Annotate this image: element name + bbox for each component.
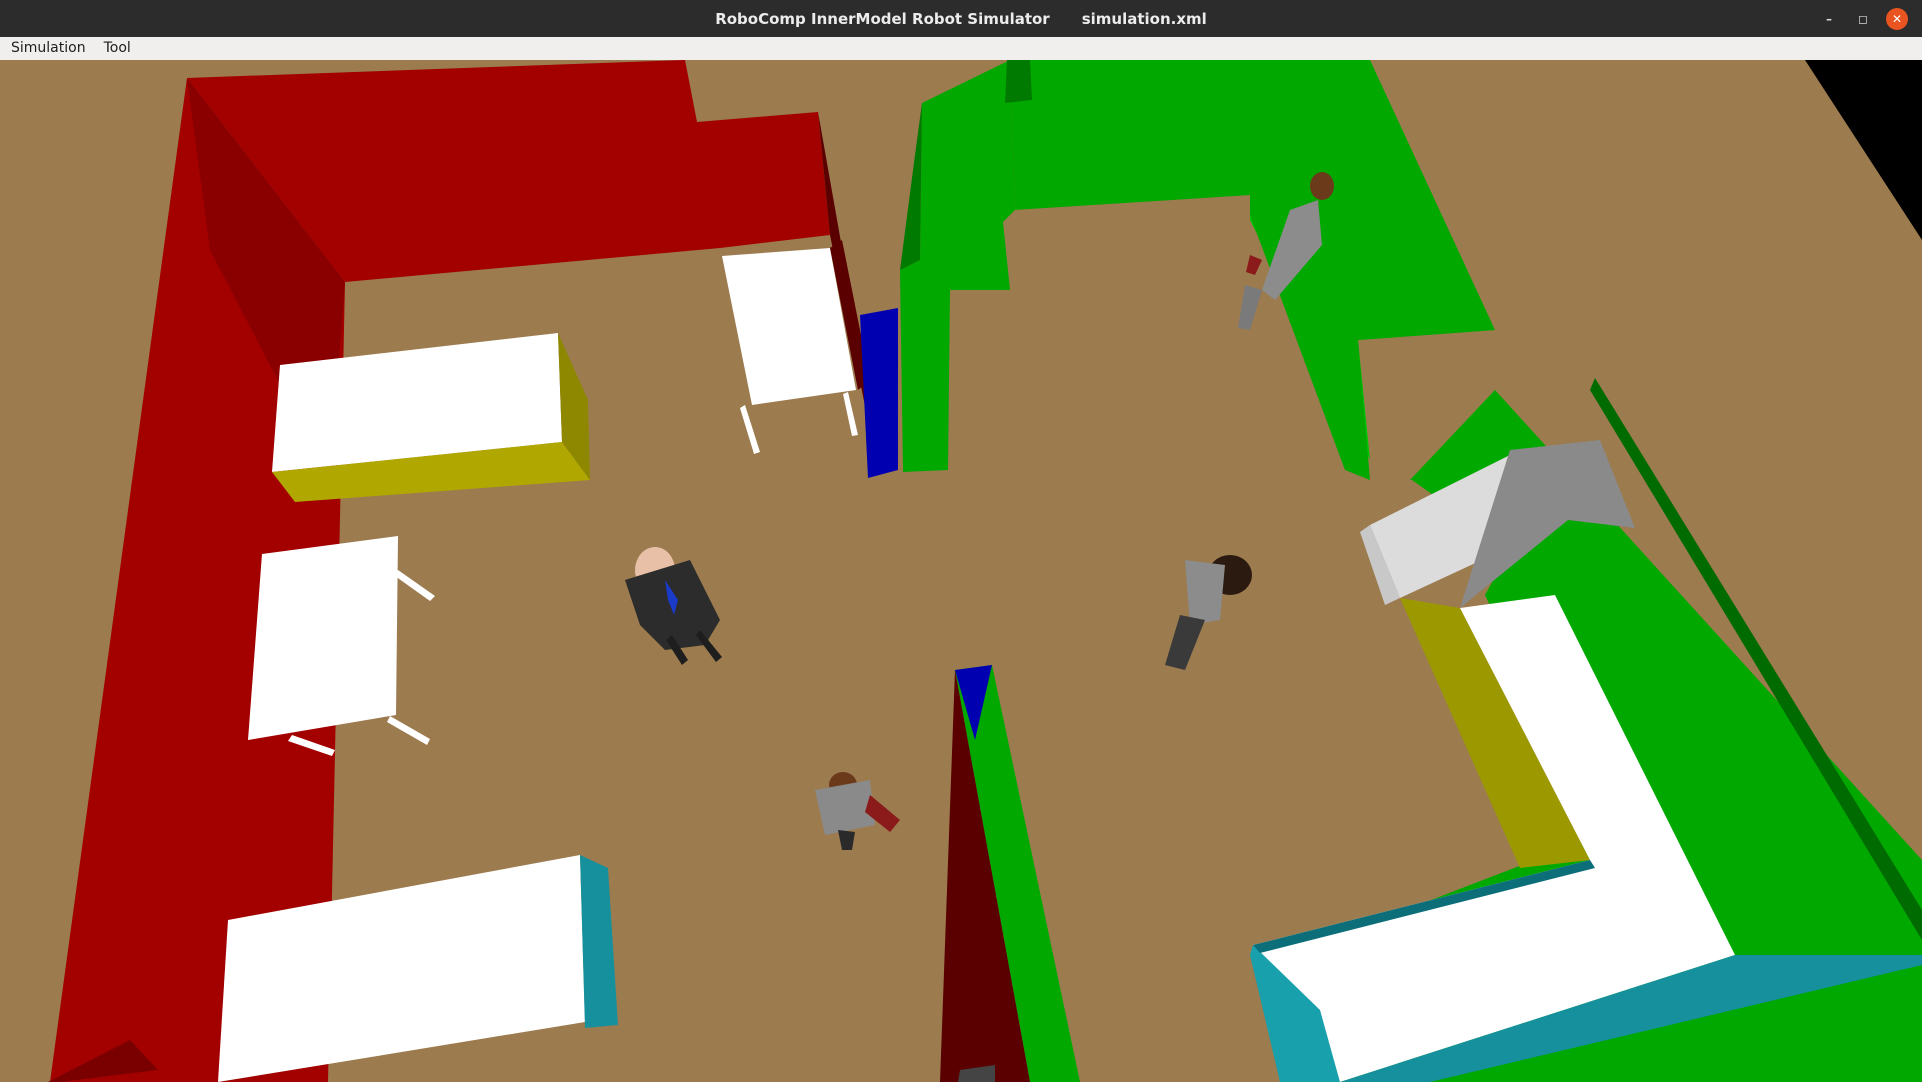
window-title-app: RoboComp InnerModel Robot Simulator	[715, 10, 1050, 28]
window-controls: – ◻ ✕	[1806, 8, 1908, 30]
menu-bar: Simulation Tool	[0, 37, 1922, 61]
close-icon: ✕	[1891, 12, 1903, 26]
minimize-button[interactable]: –	[1818, 8, 1840, 30]
maximize-button[interactable]: ◻	[1852, 8, 1874, 30]
simulator-window: RoboComp InnerModel Robot Simulator simul…	[0, 0, 1922, 1082]
menu-simulation[interactable]: Simulation	[3, 37, 93, 60]
title-bar[interactable]: RoboComp InnerModel Robot Simulator simul…	[0, 0, 1922, 37]
person-corner-head	[1310, 172, 1334, 200]
desk-top-left	[248, 536, 398, 740]
window-title: RoboComp InnerModel Robot Simulator simul…	[0, 10, 1922, 28]
green-wall-notch	[1005, 60, 1032, 103]
person-woman-body	[1185, 560, 1225, 625]
menu-tool[interactable]: Tool	[96, 37, 138, 60]
simulation-viewport[interactable]	[0, 60, 1922, 1082]
minimize-icon: –	[1826, 12, 1832, 26]
maximize-icon: ◻	[1858, 12, 1868, 26]
scene-canvas[interactable]	[0, 60, 1922, 1082]
window-title-file: simulation.xml	[1081, 10, 1207, 28]
close-button[interactable]: ✕	[1886, 8, 1908, 30]
